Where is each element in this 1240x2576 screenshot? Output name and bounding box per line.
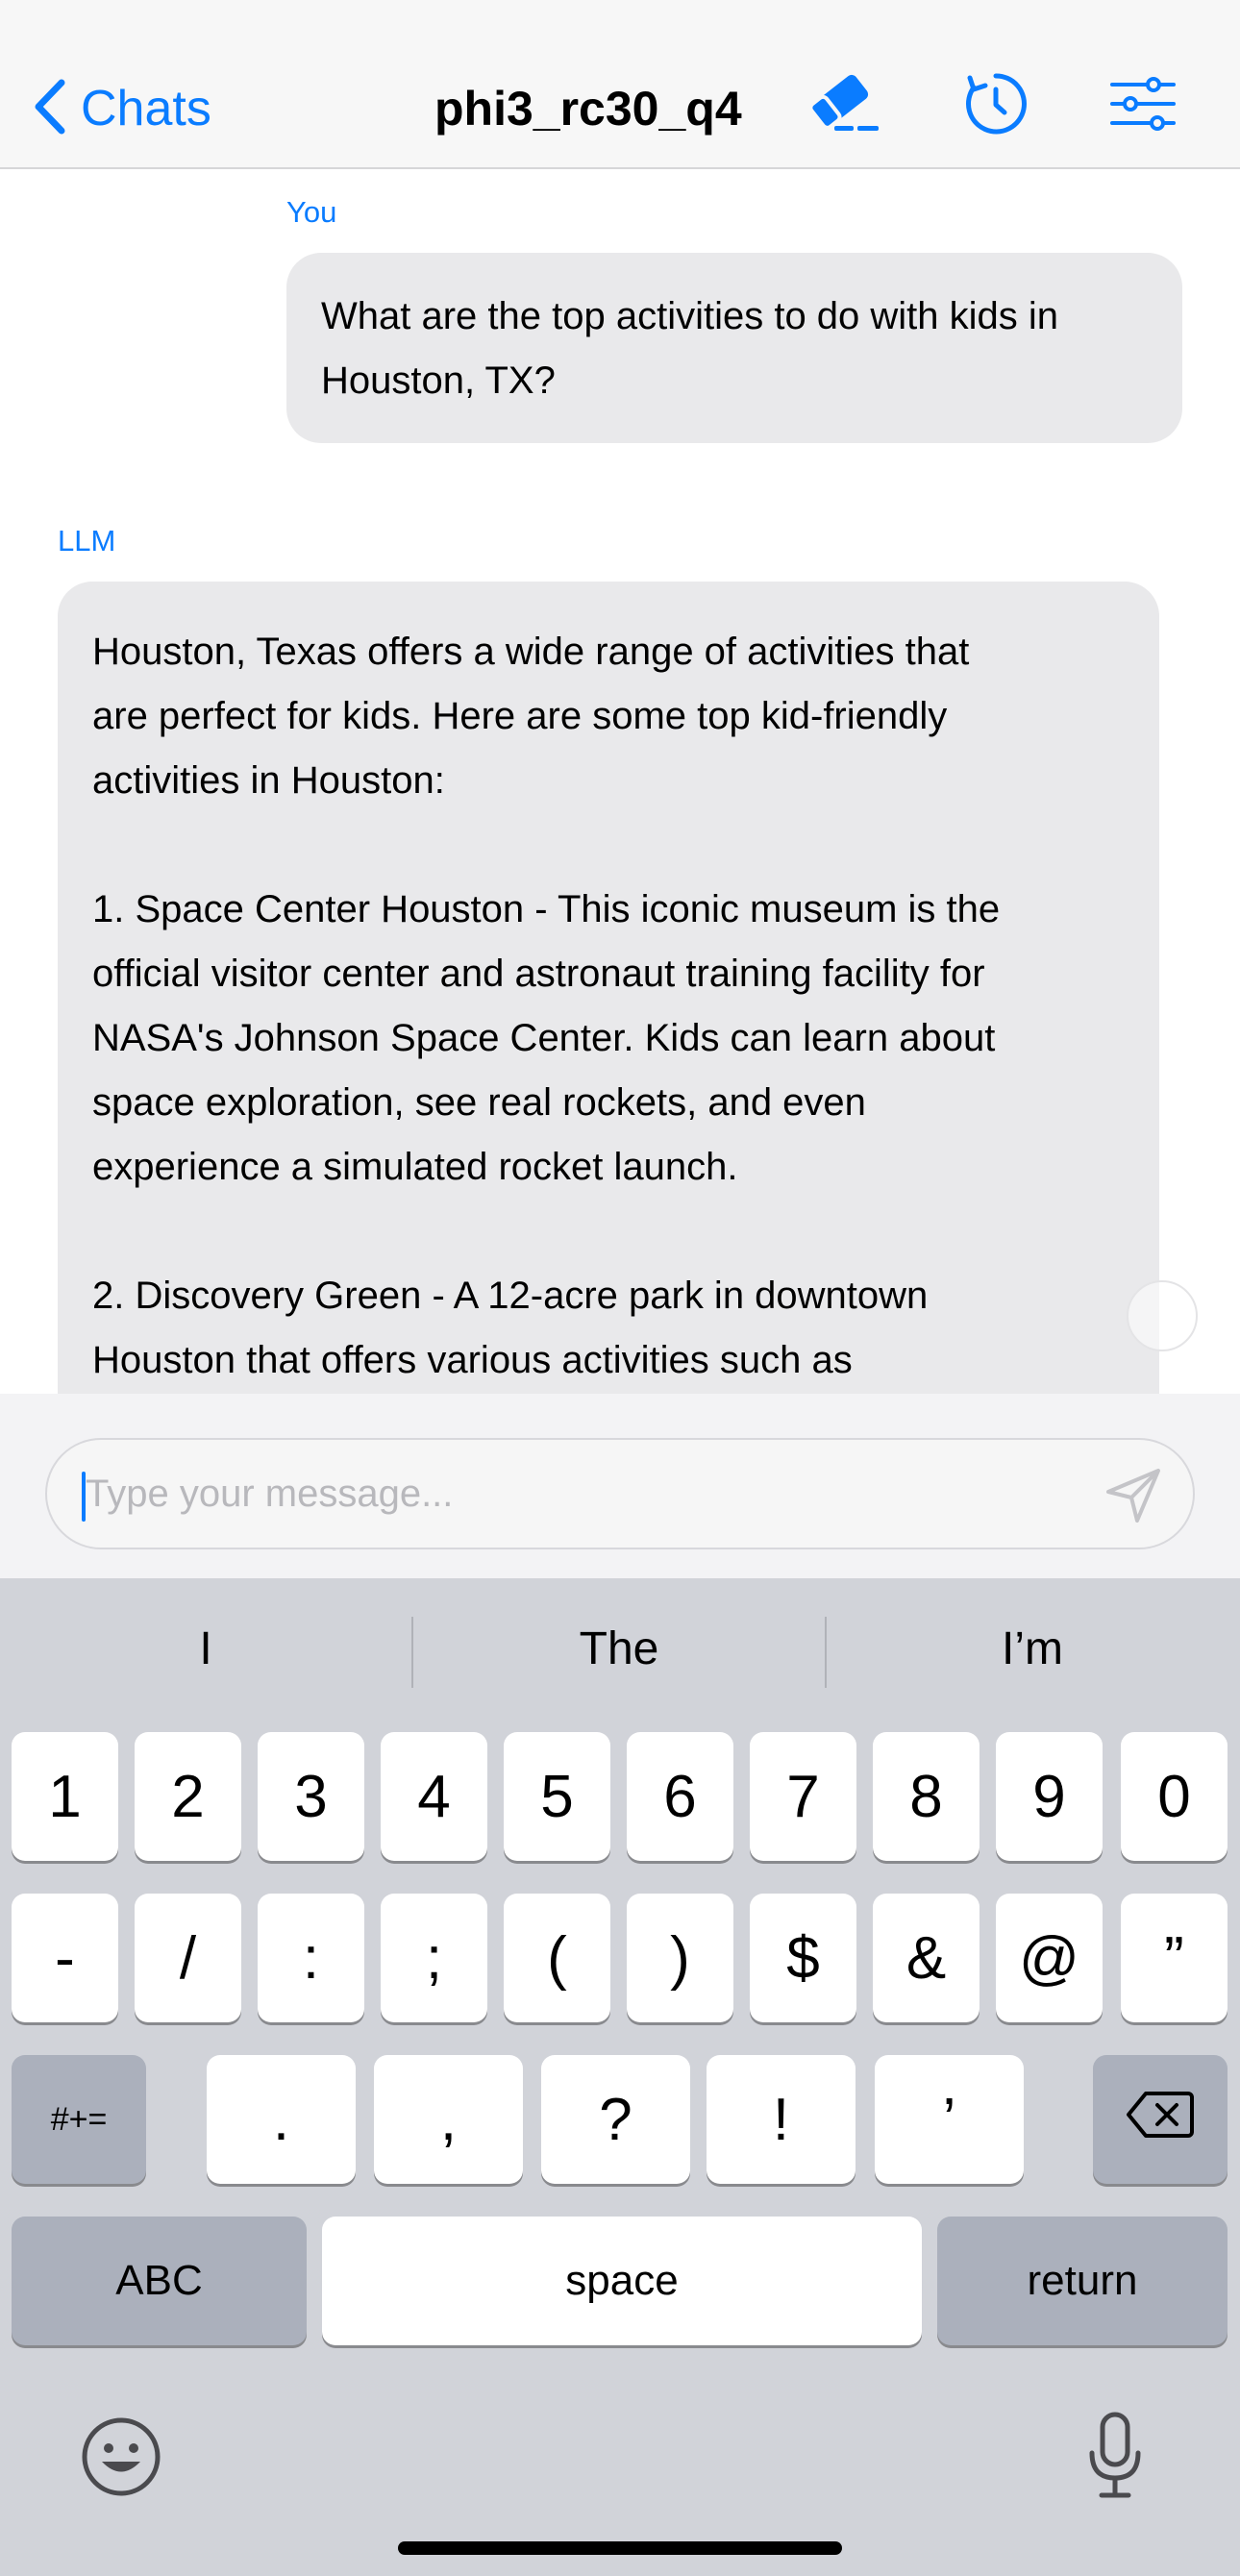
key-3[interactable]: 3	[258, 1732, 364, 1861]
emoji-icon	[81, 2417, 161, 2501]
key-2[interactable]: 2	[135, 1732, 241, 1861]
key-0[interactable]: 0	[1121, 1732, 1228, 1861]
refresh-icon	[962, 70, 1029, 142]
key-8[interactable]: 8	[873, 1732, 980, 1861]
key-abc[interactable]: ABC	[12, 2217, 307, 2345]
key-4[interactable]: 4	[381, 1732, 487, 1861]
regenerate-button[interactable]	[957, 67, 1034, 144]
key-apostrophe[interactable]: ’	[875, 2055, 1024, 2184]
message-sender-llm: LLM	[58, 524, 116, 557]
sliders-icon	[1109, 75, 1177, 137]
clear-chat-button[interactable]	[804, 67, 880, 144]
key-question[interactable]: ?	[541, 2055, 690, 2184]
key-open-paren[interactable]: (	[504, 1894, 610, 2022]
key-more-symbols[interactable]: #+=	[12, 2055, 146, 2184]
settings-button[interactable]	[1104, 67, 1181, 144]
delete-icon	[1127, 2086, 1194, 2154]
send-button[interactable]	[1104, 1467, 1162, 1524]
dictation-button[interactable]	[1086, 2411, 1144, 2503]
user-message-bubble: What are the top activities to do with k…	[286, 253, 1182, 443]
key-quote[interactable]: ”	[1121, 1894, 1228, 2022]
back-label: Chats	[81, 81, 211, 136]
key-semicolon[interactable]: ;	[381, 1894, 487, 2022]
key-hyphen[interactable]: -	[12, 1894, 118, 2022]
key-9[interactable]: 9	[996, 1732, 1103, 1861]
key-5[interactable]: 5	[504, 1732, 610, 1861]
scroll-to-bottom-button[interactable]	[1127, 1280, 1198, 1351]
message-sender-you: You	[286, 195, 337, 229]
composer-bar	[0, 1394, 1240, 1578]
key-space[interactable]: space	[322, 2217, 922, 2345]
send-icon	[1104, 1469, 1162, 1528]
suggestion-3[interactable]: I’m	[827, 1613, 1238, 1686]
emoji-button[interactable]	[81, 2416, 161, 2497]
key-dollar[interactable]: $	[750, 1894, 856, 2022]
key-slash[interactable]: /	[135, 1894, 241, 2022]
key-period[interactable]: .	[207, 2055, 356, 2184]
delete-key[interactable]	[1093, 2055, 1228, 2184]
key-6[interactable]: 6	[627, 1732, 733, 1861]
suggestion-1[interactable]: I	[0, 1613, 411, 1686]
key-7[interactable]: 7	[750, 1732, 856, 1861]
key-return[interactable]: return	[937, 2217, 1228, 2345]
eraser-icon	[802, 70, 882, 142]
suggestion-2[interactable]: The	[413, 1613, 825, 1686]
chevron-left-icon	[33, 79, 65, 139]
microphone-icon	[1086, 2412, 1144, 2507]
message-input-container[interactable]	[45, 1438, 1195, 1549]
keyboard: I The I’m 1 2 3 4 5 6 7 8 9 0 - / : ; ( …	[0, 1578, 1240, 2576]
nav-bar: Chats phi3_rc30_q4	[0, 0, 1240, 169]
key-exclamation[interactable]: !	[707, 2055, 856, 2184]
back-button[interactable]: Chats	[33, 75, 211, 142]
key-1[interactable]: 1	[12, 1732, 118, 1861]
chat-title: phi3_rc30_q4	[434, 82, 742, 136]
key-at[interactable]: @	[996, 1894, 1103, 2022]
home-indicator[interactable]	[398, 2541, 842, 2555]
key-ampersand[interactable]: &	[873, 1894, 980, 2022]
message-input[interactable]	[86, 1440, 1047, 1548]
key-colon[interactable]: :	[258, 1894, 364, 2022]
key-close-paren[interactable]: )	[627, 1894, 733, 2022]
key-comma[interactable]: ,	[374, 2055, 523, 2184]
